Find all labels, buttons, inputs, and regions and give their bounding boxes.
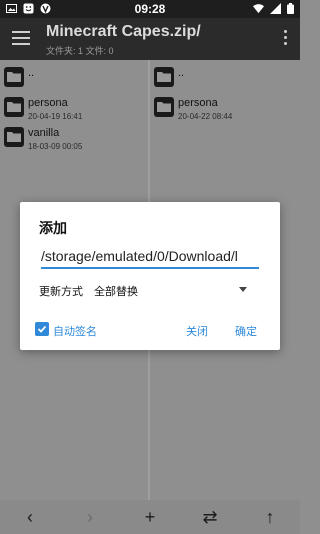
add-icon[interactable]: + [120, 500, 180, 534]
archive-title: Minecraft Capes.zip/ [46, 23, 201, 40]
add-dialog: 添加 更新方式 全部替换 自动签名 关闭 确定 [20, 202, 280, 350]
check-icon [37, 325, 47, 333]
update-mode-label: 更新方式 [39, 286, 83, 298]
auto-sign-label[interactable]: 自动签名 [53, 323, 97, 339]
folder-file-count: 文件夹: 1 文件: 0 [46, 46, 114, 56]
path-input[interactable] [41, 245, 259, 269]
folder-icon [4, 67, 24, 87]
close-button[interactable]: 关闭 [186, 323, 208, 339]
swap-panes-icon[interactable]: ⇄ [180, 500, 240, 534]
list-item-parent[interactable]: .. [0, 64, 148, 94]
item-name: .. [28, 67, 35, 79]
update-mode-select[interactable]: 全部替换 [94, 283, 138, 299]
list-item-parent[interactable]: .. [150, 64, 300, 94]
item-date: 20-04-22 08:44 [178, 112, 233, 121]
bottom-action-bar: ‹ › + ⇄ ↑ [0, 500, 300, 534]
list-item[interactable]: persona 20-04-22 08:44 [150, 94, 300, 124]
more-options-icon[interactable] [282, 30, 288, 48]
wifi-icon [253, 4, 264, 14]
status-bar: 09:28 [0, 0, 300, 18]
item-date: 20-04-19 16:41 [28, 112, 83, 121]
up-arrow-icon[interactable]: ↑ [240, 500, 300, 534]
dropdown-arrow-icon[interactable] [239, 287, 247, 292]
item-name: .. [178, 67, 185, 79]
folder-icon [154, 67, 174, 87]
item-date: 18-03-09 00:05 [28, 142, 83, 151]
back-icon[interactable]: ‹ [0, 500, 60, 534]
item-name: persona [28, 97, 68, 109]
folder-icon [154, 97, 174, 117]
dialog-title: 添加 [39, 220, 67, 236]
app-toolbar: Minecraft Capes.zip/ 文件夹: 1 文件: 0 [0, 18, 300, 60]
auto-sign-checkbox[interactable] [35, 322, 49, 336]
menu-icon[interactable] [12, 31, 30, 45]
confirm-button[interactable]: 确定 [235, 323, 257, 339]
list-item[interactable]: persona 20-04-19 16:41 [0, 94, 148, 124]
folder-icon [4, 97, 24, 117]
signal-icon [270, 3, 281, 14]
forward-icon[interactable]: › [60, 500, 120, 534]
list-item[interactable]: vanilla 18-03-09 00:05 [0, 124, 148, 154]
item-name: persona [178, 97, 218, 109]
battery-icon [287, 3, 294, 14]
folder-icon [4, 127, 24, 147]
item-name: vanilla [28, 127, 60, 139]
